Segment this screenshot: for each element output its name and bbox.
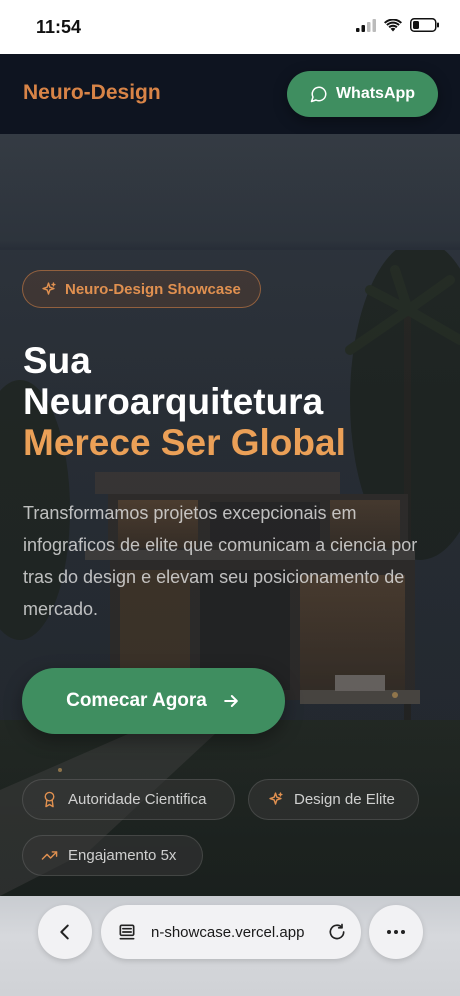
chevron-left-icon [60,924,69,940]
browser-toolbar: n-showcase.vercel.app [0,896,460,996]
brand-logo[interactable]: Neuro-Design [23,81,161,105]
signal-icon [356,18,376,32]
whatsapp-button[interactable]: WhatsApp [287,71,438,117]
headline-line-2: Neuroarquitetura [23,381,324,422]
hero-lead-text: Transformamos projetos excepcionais em i… [23,503,418,619]
status-icons [356,18,440,32]
chip-label: Design de Elite [294,791,395,808]
hero-section: Neuro-Design Showcase Sua Neuroarquitetu… [0,134,460,896]
battery-icon [410,18,439,32]
more-options-button[interactable] [369,905,423,959]
status-time: 11:54 [36,17,82,37]
address-bar[interactable]: n-showcase.vercel.app [101,905,361,959]
sparkles-icon [42,281,56,295]
page-menu-icon[interactable] [117,922,137,942]
chip-label: Autoridade Cientifica [68,791,207,808]
trending-up-icon [41,851,58,860]
headline-accent: Merece Ser Global [23,422,346,463]
site-header: Neuro-Design WhatsApp [0,54,460,134]
wifi-icon [384,18,402,31]
sparkles-icon [269,792,283,805]
showcase-badge: Neuro-Design Showcase [22,270,261,308]
chip-elite-design: Design de Elite [248,779,419,820]
badge-label: Neuro-Design Showcase [65,280,241,298]
status-bar: 11:54 [0,0,460,54]
url-text: n-showcase.vercel.app [151,923,305,941]
more-horizontal-icon [387,930,405,934]
start-now-button[interactable]: Comecar Agora [22,668,285,734]
cta-label: Comecar Agora [66,690,207,711]
award-icon [44,791,55,808]
message-circle-icon [310,86,327,103]
arrow-right-icon [224,695,238,707]
headline-line-1: Sua [23,340,91,381]
chip-engagement: Engajamento 5x [22,835,203,876]
whatsapp-label: WhatsApp [335,85,416,102]
reload-icon[interactable] [327,922,347,942]
back-button[interactable] [38,905,92,959]
hero-headline: Sua Neuroarquitetura Merece Ser Global [23,340,443,463]
chip-scientific-authority: Autoridade Cientifica [22,779,235,820]
chip-label: Engajamento 5x [68,847,177,864]
